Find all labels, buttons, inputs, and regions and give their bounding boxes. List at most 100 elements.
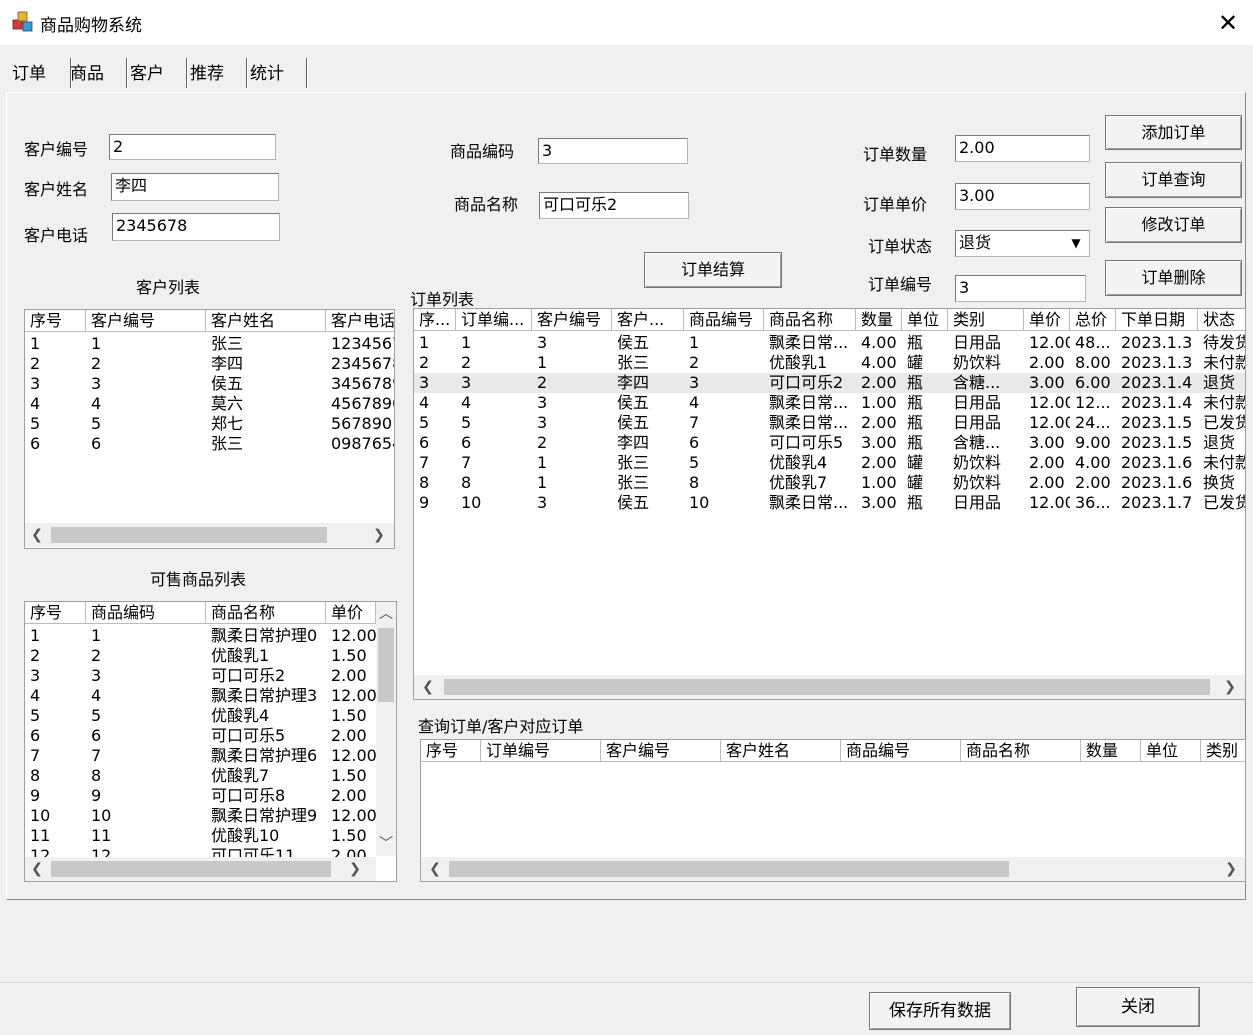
table-row[interactable]: 4 4 飘柔日常护理3 12.00 (25, 686, 376, 706)
table-row[interactable]: 4 4 3 侯五 4 飘柔日常... 1.00 瓶 日用品 12.00 12... 2023.1.4 未… (414, 393, 1245, 413)
table-row[interactable]: 3 3 侯五 3456789 (25, 374, 394, 394)
arrow-right-icon[interactable]: ❯ (369, 523, 389, 547)
customer-list-hscroll[interactable]: ❮ ❯ (25, 523, 394, 547)
col-header[interactable]: 客户... (612, 309, 684, 331)
order-price-input[interactable]: 3.00 (955, 183, 1090, 210)
query-list-grid[interactable]: 序号 订单编号 客户编号 客户姓名 商品编号 商品名称 数量 单位 类别 ❮ ❯ (420, 739, 1246, 882)
table-row[interactable]: 5 5 郑七 5678901 (25, 414, 394, 434)
product-list-hscroll[interactable]: ❮ ❯ (25, 857, 376, 881)
table-row[interactable]: 2 2 优酸乳1 1.50 (25, 646, 376, 666)
table-row[interactable]: 12 12 可口可乐11 2.00 (25, 846, 376, 857)
col-header[interactable]: 单价 (326, 602, 376, 624)
customer-name-input[interactable]: 李四 (111, 173, 279, 201)
table-row[interactable]: 5 5 优酸乳4 1.50 (25, 706, 376, 726)
query-order-button[interactable]: 订单查询 (1105, 162, 1242, 198)
scroll-thumb[interactable] (378, 628, 394, 702)
col-header[interactable]: 单位 (902, 309, 948, 331)
table-row[interactable]: 1 1 飘柔日常护理0 12.00 (25, 626, 376, 646)
scroll-thumb[interactable] (449, 861, 1009, 877)
col-header[interactable]: 序号 (25, 602, 86, 624)
col-header[interactable]: 下单日期 (1116, 309, 1198, 331)
table-row[interactable]: 11 11 优酸乳10 1.50 (25, 826, 376, 846)
col-header[interactable]: 数量 (856, 309, 902, 331)
col-header[interactable]: 商品编号 (684, 309, 764, 331)
delete-order-button[interactable]: 订单删除 (1105, 260, 1242, 296)
product-code-input[interactable]: 3 (538, 138, 688, 164)
col-header[interactable]: 订单编... (456, 309, 532, 331)
col-header[interactable]: 客户姓名 (206, 310, 326, 332)
col-header[interactable]: 单位 (1141, 740, 1201, 762)
col-header[interactable]: 商品名称 (206, 602, 326, 624)
col-header[interactable]: 总价 (1070, 309, 1116, 331)
modify-order-button[interactable]: 修改订单 (1105, 207, 1242, 243)
arrow-left-icon[interactable]: ❮ (418, 675, 438, 699)
arrow-right-icon[interactable]: ❯ (345, 857, 365, 881)
query-list-hscroll[interactable]: ❮ ❯ (421, 857, 1245, 881)
arrow-up-icon[interactable]: ︿ (376, 602, 396, 626)
col-header[interactable]: 客户电话 (326, 310, 394, 332)
customer-list-grid[interactable]: 序号 客户编号 客户姓名 客户电话 1 1 张三 1234567 2 2 李四 2345678… (24, 309, 395, 549)
tab-customers[interactable]: 客户 (124, 58, 187, 88)
scroll-thumb[interactable] (51, 861, 331, 877)
col-header[interactable]: 类别 (1201, 740, 1245, 762)
col-header[interactable]: 商品名称 (961, 740, 1081, 762)
table-row[interactable]: 6 6 张三 0987654 (25, 434, 394, 454)
arrow-left-icon[interactable]: ❮ (425, 857, 445, 881)
table-row[interactable]: 3 3 可口可乐2 2.00 (25, 666, 376, 686)
table-row[interactable]: 7 7 1 张三 5 优酸乳4 2.00 罐 奶饮料 2.00 4.00 2023.1.6 未付款 (414, 453, 1245, 473)
table-row[interactable]: 4 4 莫六 4567890 (25, 394, 394, 414)
table-row[interactable]: 8 8 优酸乳7 1.50 (25, 766, 376, 786)
product-list-grid[interactable]: 序号 商品编码 商品名称 单价 1 1 飘柔日常护理0 12.00 2 2 优酸乳1 1.50… (24, 601, 397, 882)
save-all-button[interactable]: 保存所有数据 (869, 992, 1011, 1030)
table-row[interactable]: 2 2 1 张三 2 优酸乳1 4.00 罐 奶饮料 2.00 8.00 2023.1.3 未付款 (414, 353, 1245, 373)
arrow-down-icon[interactable]: ﹀ (376, 832, 396, 856)
order-list-hscroll[interactable]: ❮ ❯ (414, 675, 1245, 699)
close-button[interactable]: 关闭 (1076, 987, 1200, 1027)
close-icon[interactable]: ✕ (1214, 9, 1242, 37)
order-qty-input[interactable]: 2.00 (955, 135, 1090, 162)
table-row[interactable]: 1 1 3 侯五 1 飘柔日常... 4.00 瓶 日用品 12.00 48... 2023.1.3 待… (414, 333, 1245, 353)
col-header[interactable]: 状态 (1198, 309, 1245, 331)
tab-products[interactable]: 商品 (64, 58, 127, 88)
col-header[interactable]: 商品编码 (86, 602, 206, 624)
customer-phone-input[interactable]: 2345678 (112, 213, 280, 241)
col-header[interactable]: 商品编号 (841, 740, 961, 762)
col-header[interactable]: 客户编号 (532, 309, 612, 331)
tab-orders[interactable]: 订单 (6, 58, 71, 88)
add-order-button[interactable]: 添加订单 (1105, 115, 1242, 150)
scroll-thumb[interactable] (51, 527, 327, 543)
col-header[interactable]: 序号 (421, 740, 481, 762)
order-list-grid[interactable]: 序... 订单编... 客户编号 客户... 商品编号 商品名称 数量 单位 类别 单价 总价 下单日… (413, 308, 1246, 700)
chevron-down-icon[interactable]: ▼ (1065, 233, 1087, 253)
table-row[interactable]: 9 10 3 侯五 10 飘柔日常... 3.00 瓶 日用品 12.00 36... 2023.1.… (414, 493, 1245, 513)
arrow-right-icon[interactable]: ❯ (1220, 675, 1240, 699)
tab-recommend[interactable]: 推荐 (184, 58, 247, 88)
table-row[interactable]: 10 10 飘柔日常护理9 12.00 (25, 806, 376, 826)
arrow-left-icon[interactable]: ❮ (27, 523, 47, 547)
arrow-left-icon[interactable]: ❮ (27, 857, 47, 881)
settle-order-button[interactable]: 订单结算 (644, 252, 782, 288)
col-header[interactable]: 序... (414, 309, 456, 331)
table-row[interactable]: 6 6 2 李四 6 可口可乐5 3.00 瓶 含糖... 3.00 9.00 2023.1.5 退货 (414, 433, 1245, 453)
col-header[interactable]: 客户姓名 (721, 740, 841, 762)
order-status-select[interactable]: 退货 ▼ (955, 230, 1090, 257)
scroll-thumb[interactable] (444, 679, 1210, 695)
table-row[interactable]: 1 1 张三 1234567 (25, 334, 394, 354)
col-header[interactable]: 客户编号 (86, 310, 206, 332)
col-header[interactable]: 单价 (1024, 309, 1070, 331)
order-no-input[interactable]: 3 (955, 275, 1086, 302)
col-header[interactable]: 客户编号 (601, 740, 721, 762)
table-row[interactable]: 9 9 可口可乐8 2.00 (25, 786, 376, 806)
table-row[interactable]: 2 2 李四 2345678 (25, 354, 394, 374)
col-header[interactable]: 商品名称 (764, 309, 856, 331)
col-header[interactable]: 订单编号 (481, 740, 601, 762)
arrow-right-icon[interactable]: ❯ (1221, 857, 1241, 881)
col-header[interactable]: 序号 (25, 310, 86, 332)
product-list-vscroll[interactable]: ︿ ﹀ (376, 602, 396, 856)
table-row[interactable]: 8 8 1 张三 8 优酸乳7 1.00 罐 奶饮料 2.00 2.00 2023.1.6 换货 (414, 473, 1245, 493)
col-header[interactable]: 类别 (948, 309, 1024, 331)
table-row[interactable]: 6 6 可口可乐5 2.00 (25, 726, 376, 746)
table-row[interactable]: 5 5 3 侯五 7 飘柔日常... 2.00 瓶 日用品 12.00 24... 2023.1.5 已… (414, 413, 1245, 433)
product-name-input[interactable]: 可口可乐2 (539, 192, 689, 219)
col-header[interactable]: 数量 (1081, 740, 1141, 762)
